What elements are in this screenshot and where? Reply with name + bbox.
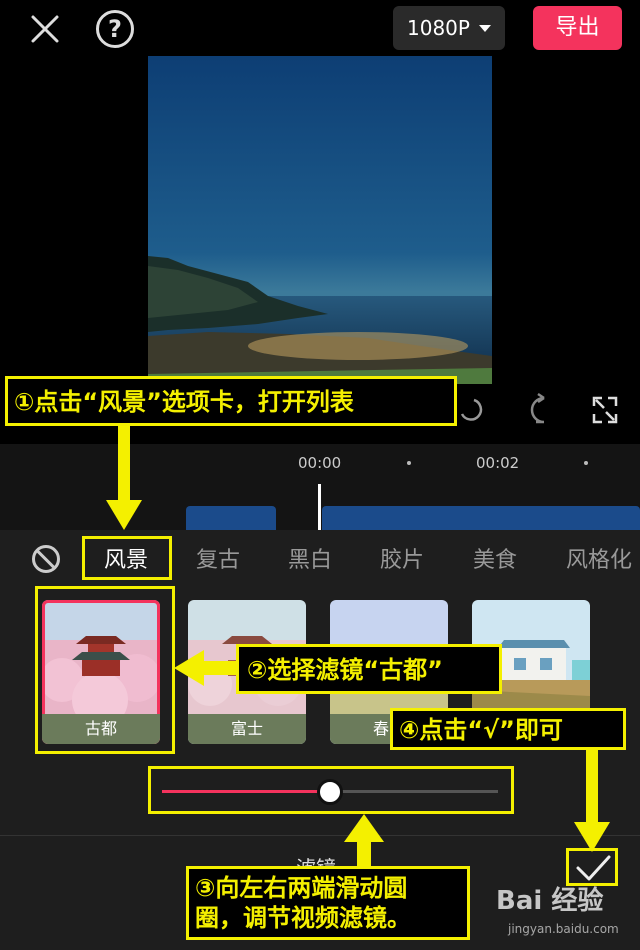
- arrow-down-icon: [106, 426, 142, 530]
- tab-film[interactable]: 胶片: [380, 542, 424, 574]
- clip-thumbnail[interactable]: [186, 506, 276, 530]
- clip-thumbnail[interactable]: [322, 506, 640, 530]
- watermark-logo: Bai 经验: [496, 886, 604, 916]
- timecode-mid: 00:02: [476, 454, 520, 472]
- redo-icon[interactable]: [530, 392, 545, 424]
- undo-icon[interactable]: [460, 398, 483, 421]
- annotation-step3: ③向左右两端滑动圆 圈，调节视频滤镜。: [186, 866, 470, 940]
- fullscreen-icon[interactable]: [592, 396, 618, 424]
- tab-food[interactable]: 美食: [473, 542, 517, 574]
- annotation-step2: ②选择滤镜“古都”: [236, 644, 502, 694]
- no-filter-icon[interactable]: [32, 545, 60, 573]
- close-icon[interactable]: [28, 12, 62, 46]
- export-button[interactable]: 导出: [533, 6, 622, 50]
- timeline[interactable]: 00:00 00:02: [0, 444, 640, 530]
- tick-dot: [407, 461, 411, 465]
- help-icon[interactable]: ?: [96, 10, 134, 48]
- annotation-step3-line2: 圈，调节视频滤镜。: [195, 904, 411, 932]
- highlight-slider-frame: [148, 766, 514, 814]
- caret-down-icon: [479, 25, 491, 32]
- arrow-down-icon: [574, 750, 610, 852]
- annotation-step3-line1: ③向左右两端滑动圆: [195, 874, 408, 902]
- annotation-step1: ①点击“风景”选项卡，打开列表: [5, 376, 457, 426]
- baidu-watermark: Bai 经验 jingyan.baidu.com: [496, 880, 636, 944]
- top-bar: ? 1080P 导出: [0, 0, 640, 56]
- tick-dot: [584, 461, 588, 465]
- annotation-step4: ④点击“√”即可: [390, 708, 626, 750]
- highlight-tab-frame: [82, 536, 172, 580]
- video-preview: [148, 56, 492, 384]
- resolution-dropdown[interactable]: 1080P: [393, 6, 505, 50]
- tab-retro[interactable]: 复古: [196, 542, 240, 574]
- timecode-start: 00:00: [298, 454, 342, 472]
- divider: [0, 835, 640, 836]
- playhead[interactable]: [318, 484, 321, 530]
- tab-stylized[interactable]: 风格化: [566, 542, 632, 574]
- tab-black-white[interactable]: 黑白: [288, 542, 332, 574]
- arrow-up-icon: [344, 814, 384, 868]
- highlight-filter-frame: [35, 586, 175, 754]
- filter-item-label: 富士: [188, 714, 306, 744]
- arrow-left-icon: [174, 650, 238, 686]
- resolution-value: 1080P: [407, 16, 470, 40]
- watermark-url: jingyan.baidu.com: [508, 922, 619, 936]
